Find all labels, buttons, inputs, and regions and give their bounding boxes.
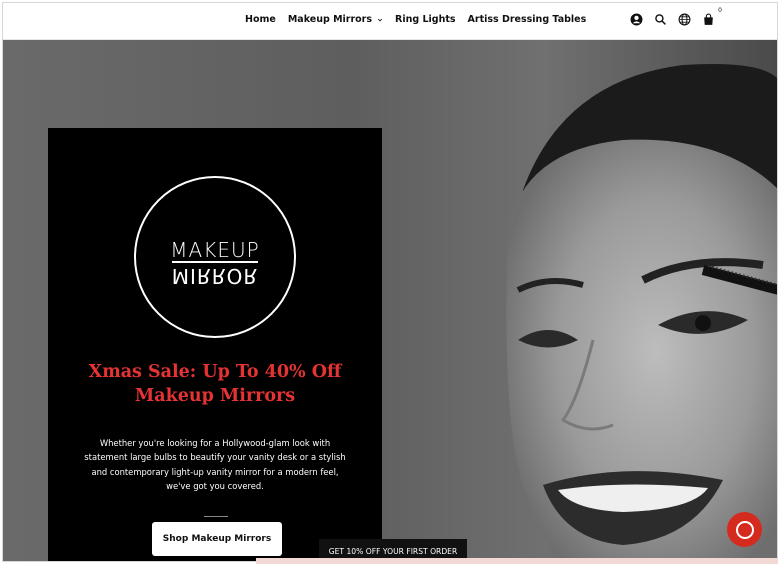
hero-banner: MAKEUP MIRROR Xmas Sale: Up To 40% Off M… <box>3 40 777 561</box>
nav-item-label: Home <box>245 14 276 25</box>
nav-item-makeup-mirrors[interactable]: Makeup Mirrors <box>288 14 383 25</box>
chevron-down-icon <box>377 18 383 21</box>
main-nav: Home Makeup Mirrors Ring Lights Artiss D… <box>245 14 598 25</box>
cart-icon[interactable]: 0 <box>702 7 722 26</box>
header-icons: 0 <box>630 7 722 26</box>
nav-item-label: Ring Lights <box>395 14 456 25</box>
logo-line <box>172 261 258 263</box>
chat-button[interactable] <box>727 512 762 547</box>
nav-item-ring-lights[interactable]: Ring Lights <box>395 14 456 25</box>
site-header: Home Makeup Mirrors Ring Lights Artiss D… <box>3 3 777 40</box>
next-section-strip <box>256 558 778 564</box>
logo-text-bottom-mirrored: MIRROR <box>171 264 259 288</box>
nav-item-artiss-dressing-tables[interactable]: Artiss Dressing Tables <box>468 14 587 25</box>
nav-item-home[interactable]: Home <box>245 14 276 25</box>
makeup-mirror-logo: MAKEUP MIRROR <box>134 176 296 338</box>
page-frame: Home Makeup Mirrors Ring Lights Artiss D… <box>2 2 778 562</box>
logo-text-top: MAKEUP <box>170 238 260 262</box>
nav-item-label: Makeup Mirrors <box>287 14 373 25</box>
nav-item-label: Artiss Dressing Tables <box>467 14 587 25</box>
shop-makeup-mirrors-button[interactable]: Shop Makeup Mirrors <box>152 522 282 556</box>
cart-count-badge: 0 <box>718 7 722 14</box>
sale-heading: Xmas Sale: Up To 40% Off Makeup Mirrors <box>88 362 342 406</box>
chat-bubble-icon <box>735 520 754 539</box>
account-icon[interactable] <box>630 13 643 26</box>
hero-panel: MAKEUP MIRROR Xmas Sale: Up To 40% Off M… <box>48 128 382 561</box>
search-icon[interactable] <box>654 13 667 26</box>
divider <box>204 516 228 517</box>
hero-description: Whether you're looking for a Hollywood-g… <box>84 438 346 491</box>
globe-icon[interactable] <box>678 13 691 26</box>
